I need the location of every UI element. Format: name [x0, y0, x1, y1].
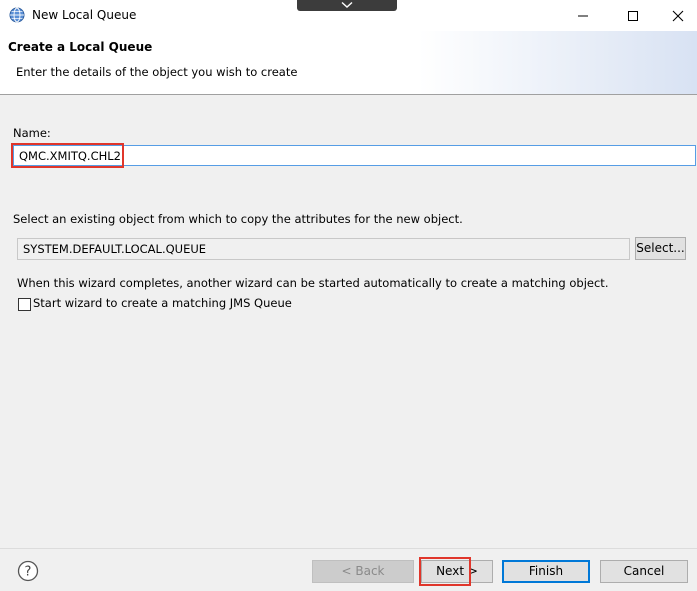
chevron-down-icon	[341, 1, 353, 8]
close-icon	[672, 10, 684, 22]
title-bar: New Local Queue	[0, 0, 697, 31]
copy-from-label: Select an existing object from which to …	[13, 212, 463, 226]
copy-from-field: SYSTEM.DEFAULT.LOCAL.QUEUE	[17, 238, 630, 260]
cancel-button[interactable]: Cancel	[600, 560, 688, 583]
close-button[interactable]	[655, 0, 697, 31]
minimize-icon	[578, 15, 588, 17]
svg-text:?: ?	[25, 565, 32, 580]
help-icon[interactable]: ?	[17, 560, 39, 582]
maximize-button[interactable]	[610, 0, 656, 31]
jms-queue-checkbox[interactable]	[18, 298, 31, 311]
wizard-info-text: When this wizard completes, another wiza…	[17, 276, 609, 290]
footer-divider	[0, 548, 697, 549]
collapse-toolbar-tab[interactable]	[297, 0, 397, 11]
wizard-banner: Create a Local Queue Enter the details o…	[0, 31, 697, 95]
window-title: New Local Queue	[32, 8, 137, 22]
page-description: Enter the details of the object you wish…	[16, 65, 298, 79]
back-button[interactable]: < Back	[312, 560, 414, 583]
name-label: Name:	[13, 126, 51, 140]
globe-icon	[9, 7, 25, 23]
minimize-button[interactable]	[560, 0, 606, 31]
next-button-highlight	[419, 557, 471, 586]
name-input-highlight	[11, 143, 124, 168]
finish-button[interactable]: Finish	[502, 560, 590, 583]
maximize-icon	[628, 11, 638, 21]
page-title: Create a Local Queue	[8, 40, 153, 54]
jms-queue-checkbox-label[interactable]: Start wizard to create a matching JMS Qu…	[33, 296, 292, 310]
select-button[interactable]: Select...	[635, 237, 686, 260]
